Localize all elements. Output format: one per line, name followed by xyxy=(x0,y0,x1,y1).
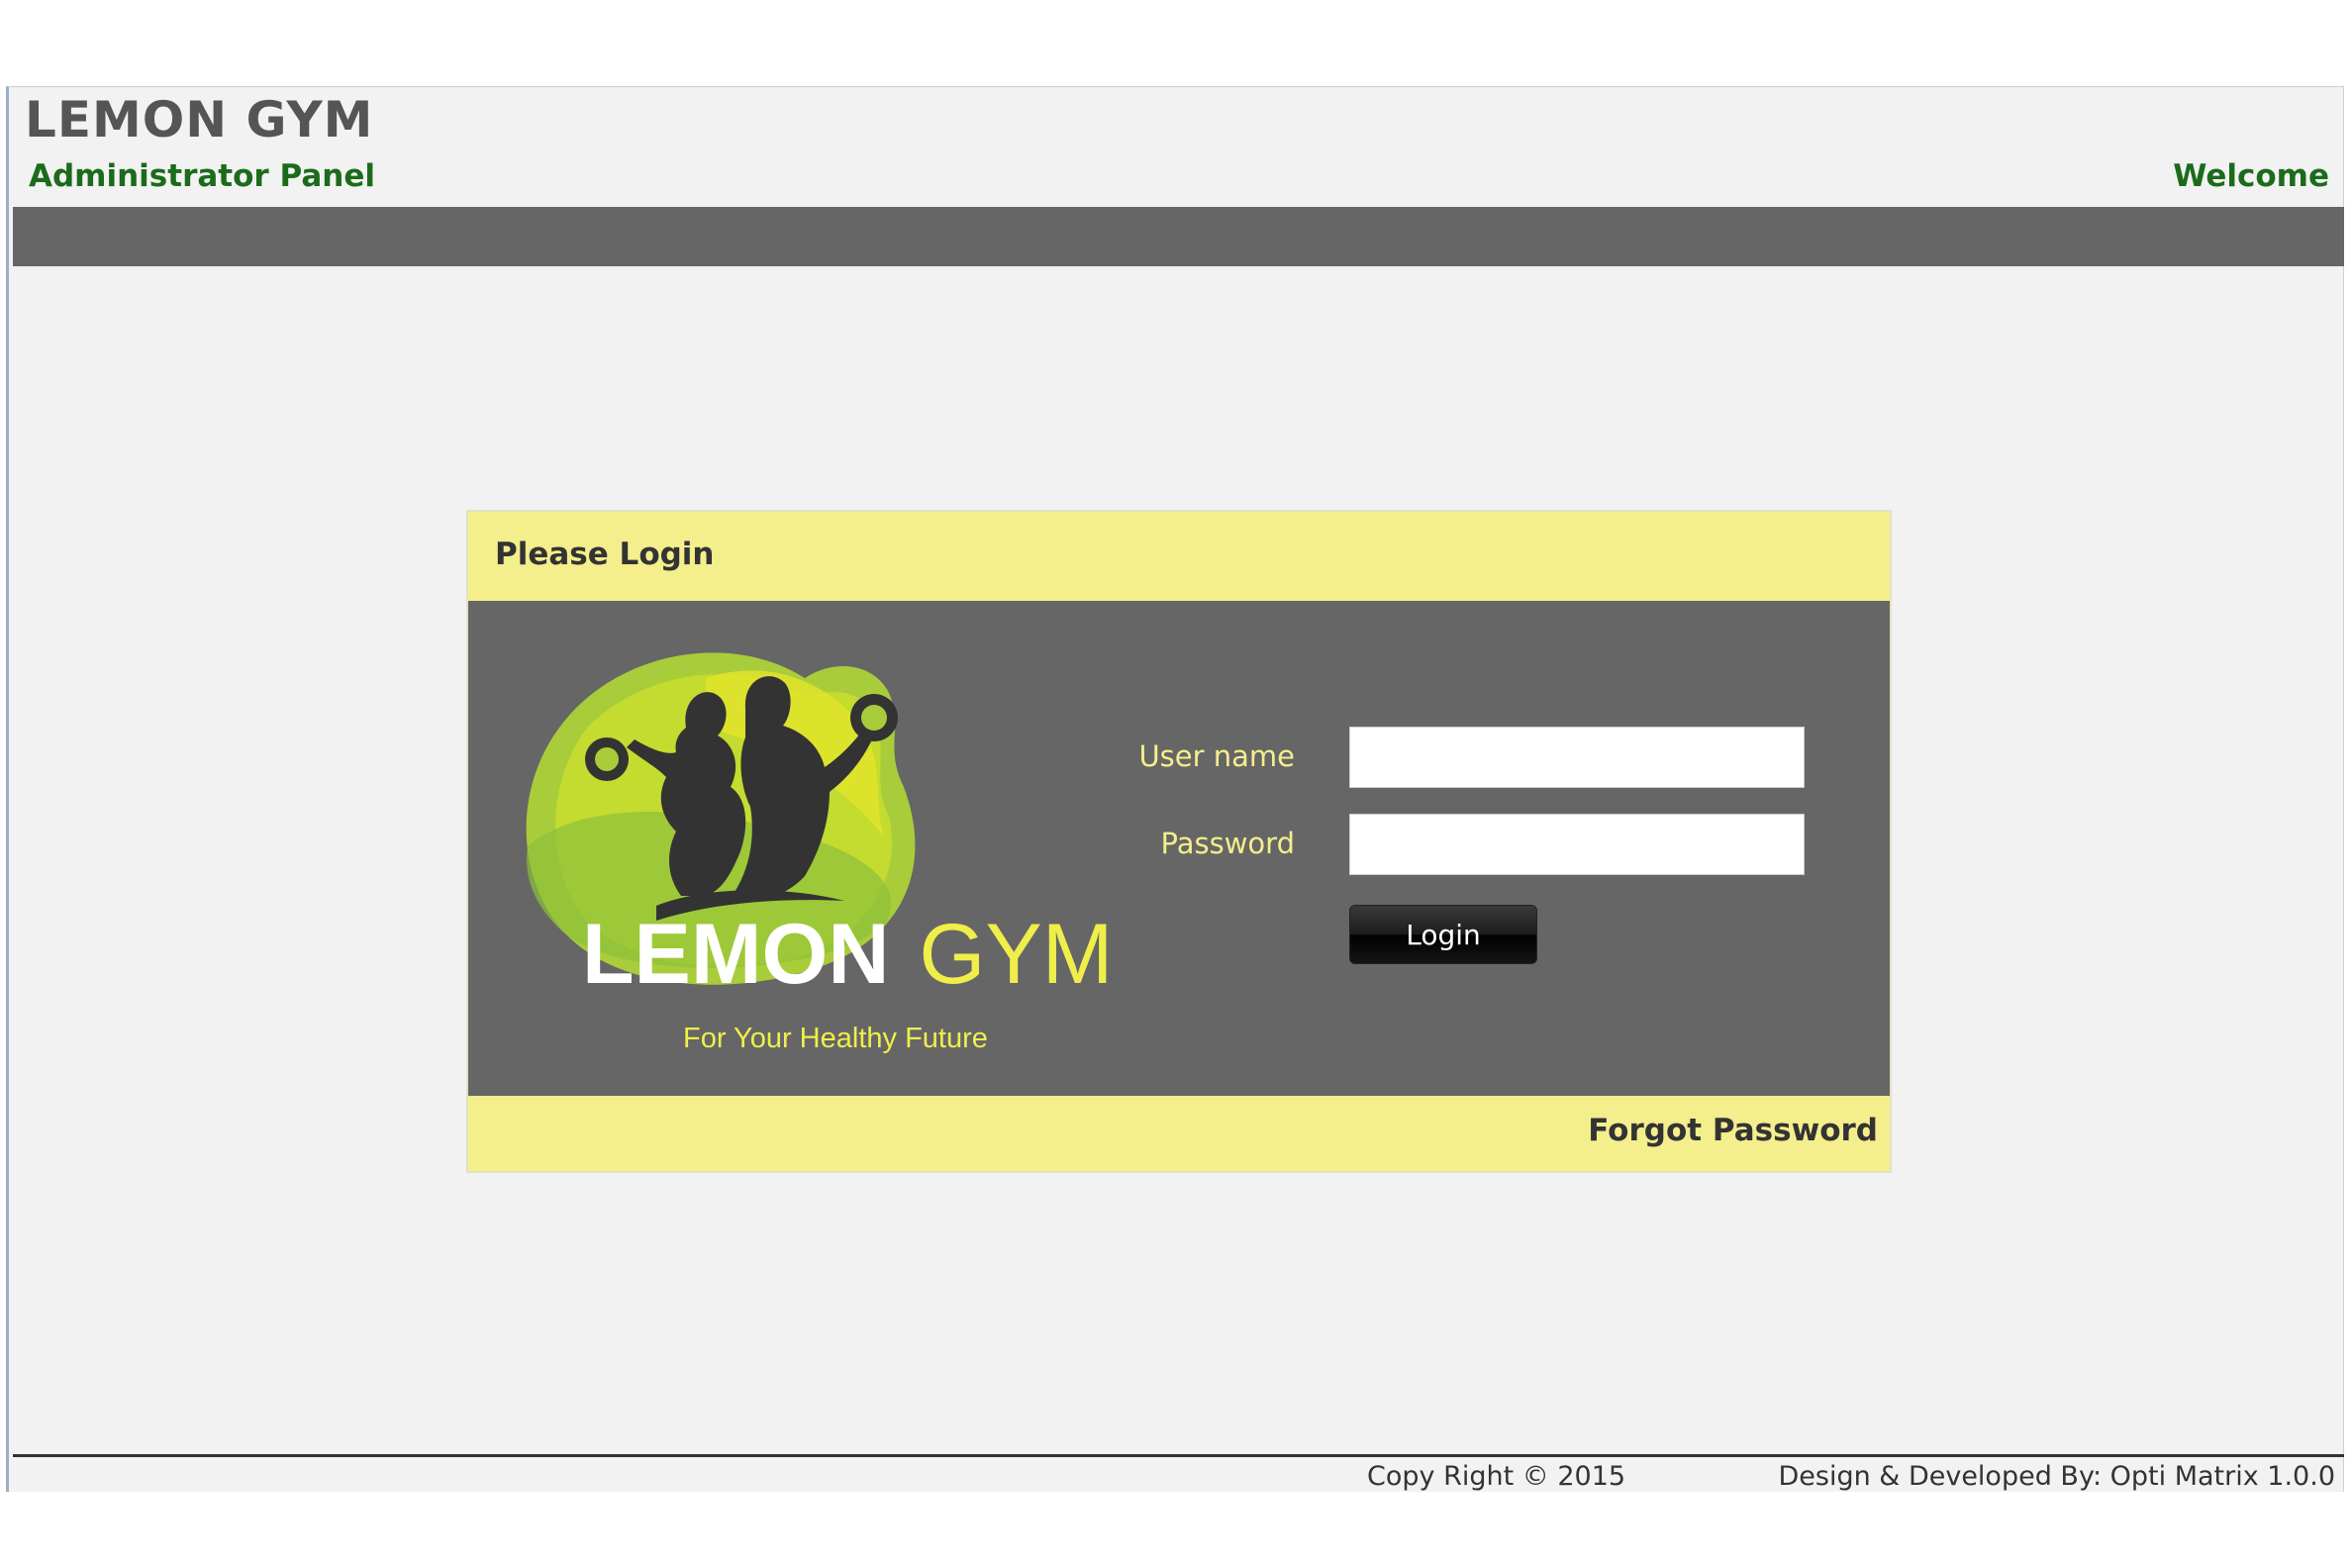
lemon-gym-logo: LEMON GYM For Your Healthy Future xyxy=(508,638,1113,1064)
site-title: LEMON GYM xyxy=(25,91,374,148)
copyright-text: Copy Right © 2015 xyxy=(1367,1461,1626,1492)
login-button[interactable]: Login xyxy=(1349,905,1537,964)
username-input[interactable] xyxy=(1349,727,1805,788)
password-input[interactable] xyxy=(1349,814,1805,875)
logo-wordmark: LEMON GYM xyxy=(582,906,1113,1004)
footer-divider xyxy=(13,1454,2344,1457)
panel-subtitle: Administrator Panel xyxy=(29,158,376,194)
welcome-text: Welcome xyxy=(2173,158,2329,194)
developer-credit: Design & Developed By: Opti Matrix 1.0.0 xyxy=(1778,1461,2336,1492)
logo-tagline: For Your Healthy Future xyxy=(683,1023,988,1054)
login-footer: Forgot Password xyxy=(468,1096,1890,1171)
forgot-password-link[interactable]: Forgot Password xyxy=(1588,1113,1878,1148)
login-body: LEMON GYM For Your Healthy Future User na… xyxy=(468,601,1890,1096)
login-header: Please Login xyxy=(468,512,1890,601)
password-label: Password xyxy=(1160,827,1295,860)
nav-bar xyxy=(13,207,2344,266)
username-label: User name xyxy=(1138,739,1295,773)
page-container: LEMON GYM Administrator Panel Welcome Pl… xyxy=(6,86,2344,1492)
login-panel: Please Login LEMON GYM For Your Healthy … xyxy=(466,510,1892,1173)
logo-word-gym: GYM xyxy=(919,907,1114,1002)
logo-word-lemon: LEMON xyxy=(582,907,890,1002)
login-heading: Please Login xyxy=(495,537,715,572)
